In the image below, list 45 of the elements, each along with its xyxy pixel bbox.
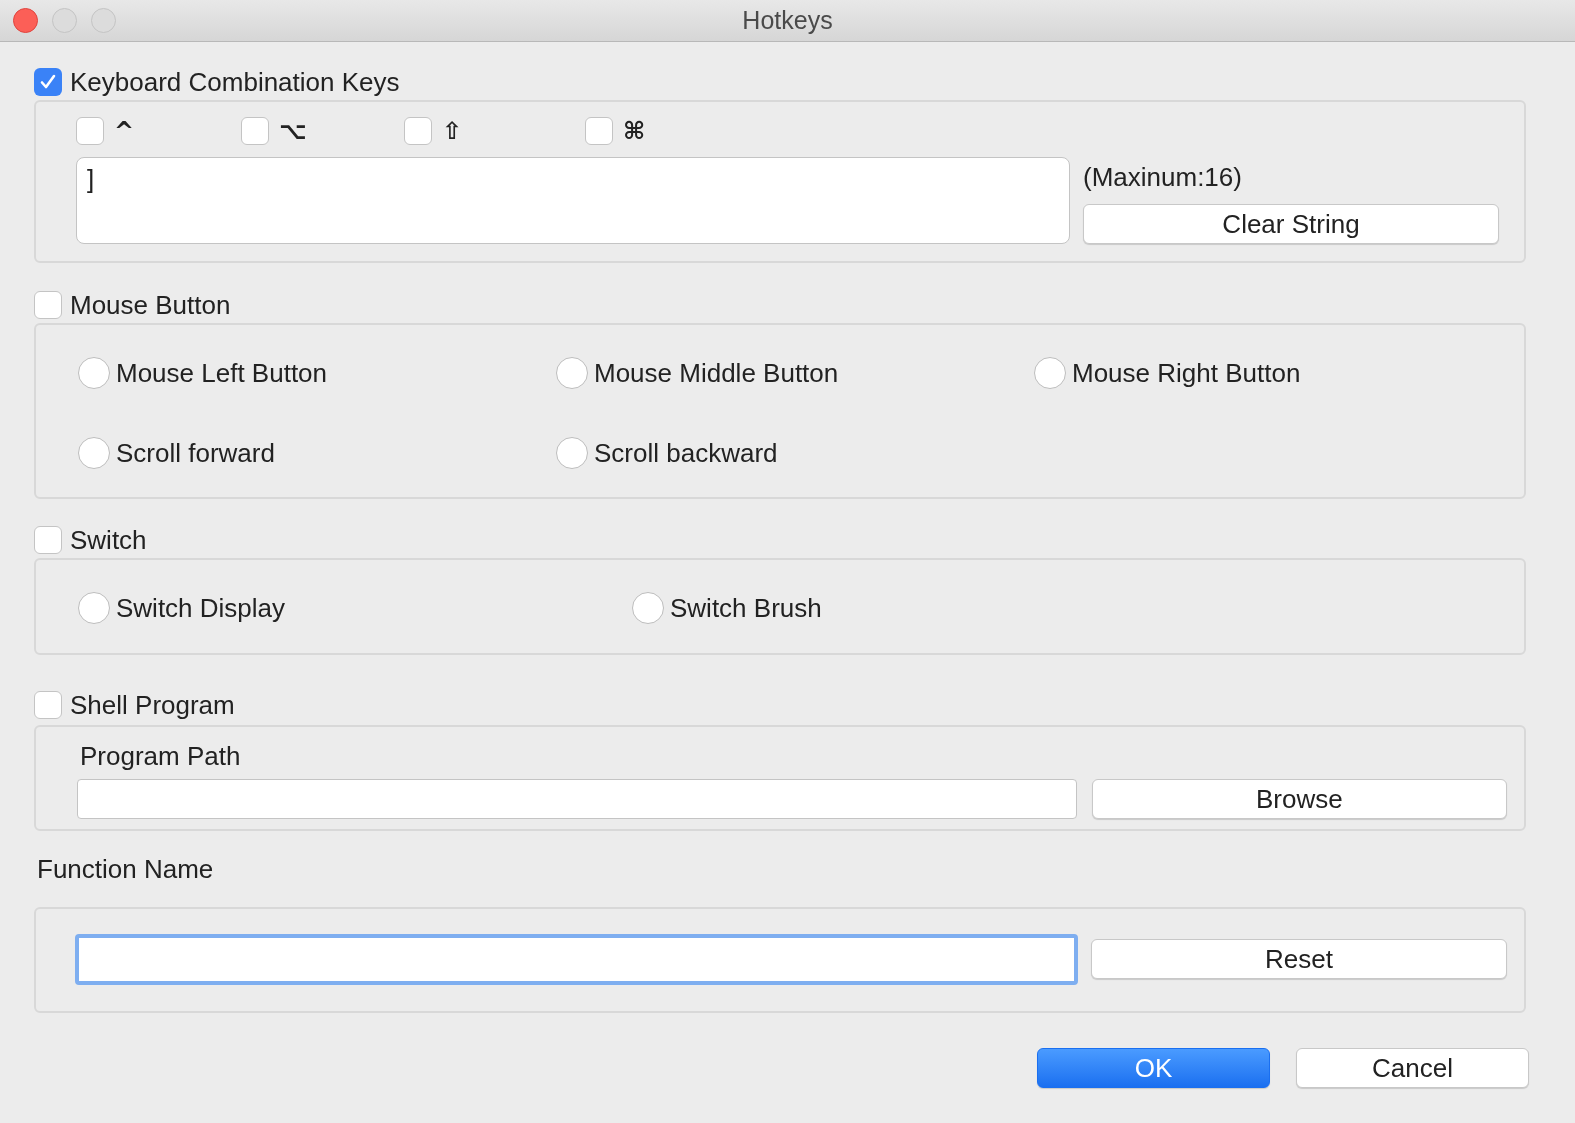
checkbox[interactable] [585,117,613,145]
program-path-field[interactable] [77,779,1077,819]
radio-button[interactable] [78,437,110,469]
radio-button[interactable] [556,437,588,469]
reset-button[interactable]: Reset [1091,939,1507,979]
section-label: Switch [70,527,147,553]
checkbox[interactable] [76,117,104,145]
radio-label: Mouse Left Button [116,360,328,386]
program-path-label: Program Path [79,743,242,769]
checkbox[interactable] [404,117,432,145]
radio-label: Mouse Right Button [1072,360,1301,386]
function-name-field[interactable] [75,934,1078,985]
checkbox[interactable] [34,691,62,719]
radio-button[interactable] [556,357,588,389]
close-button[interactable] [13,8,38,33]
modifier-key-label: ⌘ [623,119,646,143]
browse-button[interactable]: Browse [1091,779,1507,819]
checkbox[interactable] [34,68,62,96]
checkbox[interactable] [34,291,62,319]
radio-button[interactable] [78,592,110,624]
cancel-button[interactable]: Cancel [1296,1048,1529,1088]
section-label: Shell Program [70,692,235,718]
radio-label: Switch Brush [670,595,822,621]
window-title: Hotkeys [742,8,833,33]
radio-label: Switch Display [116,595,286,621]
clear-string-button[interactable]: Clear String [1083,204,1499,244]
modifier-key-label: ⌥ [279,119,307,143]
zoom-button[interactable] [91,8,116,33]
modifier-key-label: ⇧ [442,119,463,143]
ok-button[interactable]: OK [1037,1048,1270,1088]
radio-label: Scroll forward [116,440,275,466]
limit-label: (Maxinum:16) [1083,164,1243,190]
section-label: Mouse Button [70,292,231,318]
minimize-button[interactable] [52,8,77,33]
key-text-area[interactable]: ] [76,157,1070,244]
radio-button[interactable] [78,357,110,389]
checkbox[interactable] [34,526,62,554]
radio-button[interactable] [632,592,664,624]
function-name-label: Function Name [36,856,215,882]
section-label: Keyboard Combination Keys [70,69,400,95]
radio-label: Scroll backward [594,440,778,466]
modifier-key-label: ^ [114,119,135,143]
checkbox[interactable] [241,117,269,145]
radio-label: Mouse Middle Button [594,360,839,386]
radio-button[interactable] [1034,357,1066,389]
